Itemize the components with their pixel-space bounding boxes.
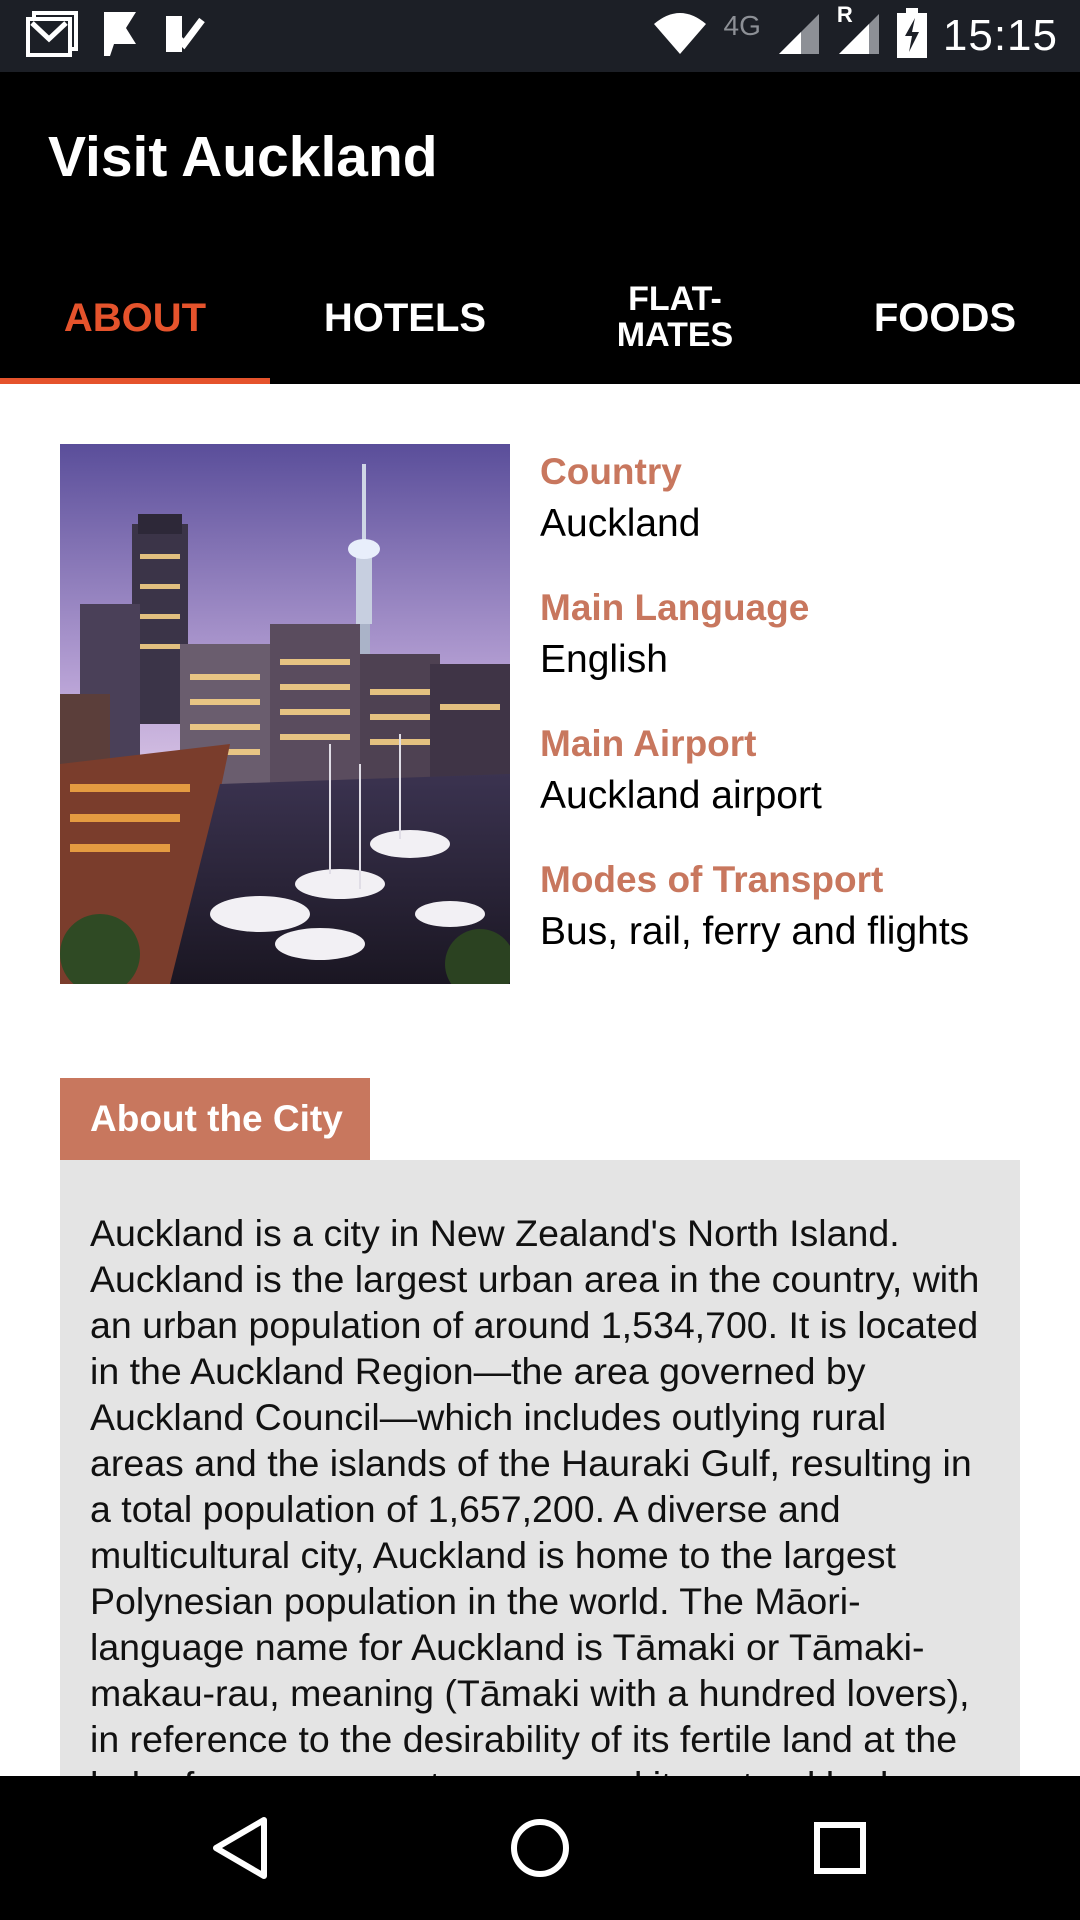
tab-flatmates[interactable]: FLAT- MATES [540,252,810,384]
info-value: Auckland airport [540,774,822,817]
wifi-icon [652,10,708,61]
info-label: Main Language [540,587,810,628]
info-country: Country Auckland [540,446,1040,582]
status-bar: 4G R 15:15 [0,0,1080,72]
roaming-label: R [836,2,853,27]
recents-icon[interactable] [804,1812,876,1884]
tab-about[interactable]: ABOUT [0,252,270,384]
tab-label: ABOUT [63,296,207,340]
clock: 15:15 [942,10,1058,60]
tab-label: FLAT- MATES [616,280,734,354]
info-label: Modes of Transport [540,859,884,900]
flag-app-icon [100,10,140,63]
info-value: Bus, rail, ferry and flights [540,910,970,953]
app-bar: Visit Auckland ABOUT HOTELS FLAT- MATES … [0,72,1080,384]
navigation-bar [0,1776,1080,1920]
info-main-airport: Main Airport Auckland airport [540,718,1040,854]
battery-charging-icon [896,8,927,63]
status-left-icons [26,10,206,63]
signal-icon [777,10,821,61]
app-title: Visit Auckland [48,125,438,189]
tab-label: FOODS [873,296,1017,340]
city-info-list: Country Auckland Main Language English M… [540,446,1040,990]
tab-foods[interactable]: FOODS [810,252,1080,384]
info-value: English [540,638,668,681]
home-icon[interactable] [504,1812,576,1884]
status-right-icons: 4G R 15:15 [652,2,1058,63]
city-photo [60,444,510,984]
info-label: Country [540,451,682,492]
tab-hotels[interactable]: HOTELS [270,252,540,384]
network-type-label: 4G [723,9,761,41]
info-value: Auckland [540,502,701,545]
about-city-heading: About the City [60,1078,370,1160]
info-main-language: Main Language English [540,582,1040,718]
checkmark-app-icon [162,12,206,61]
about-city-panel[interactable]: Auckland is a city in New Zealand's Nort… [60,1160,1020,1780]
signal-roaming-icon: R [837,2,881,61]
tab-label: HOTELS [323,296,487,340]
about-city-text: Auckland is a city in New Zealand's Nort… [90,1212,984,1780]
back-icon[interactable] [204,1812,276,1884]
info-modes-of-transport: Modes of Transport Bus, rail, ferry and … [540,854,1040,990]
info-label: Main Airport [540,723,757,764]
tab-bar: ABOUT HOTELS FLAT- MATES FOODS [0,252,1080,384]
gmail-icon [26,11,78,62]
